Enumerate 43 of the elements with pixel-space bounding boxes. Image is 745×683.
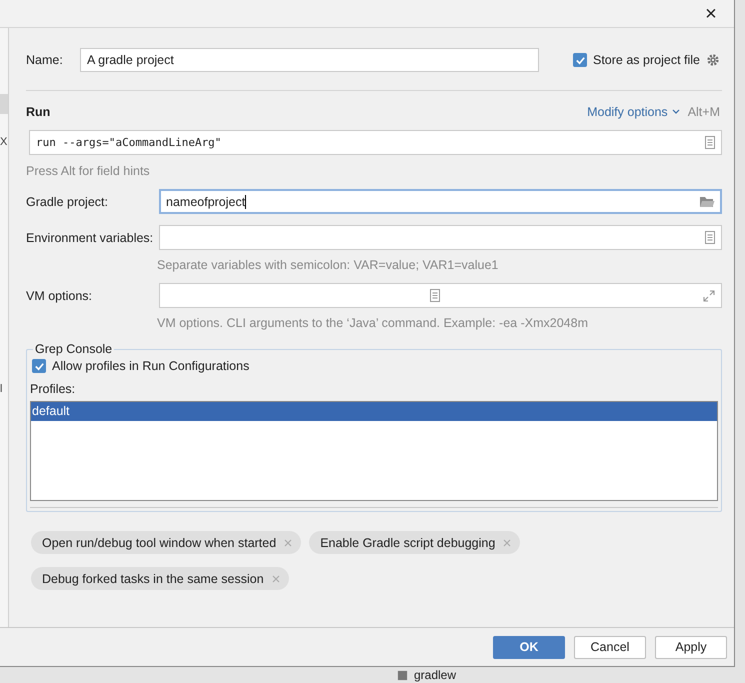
remove-icon[interactable]	[284, 538, 292, 546]
dialog-button[interactable]: Cancel	[574, 636, 646, 658]
profiles-label: Profiles:	[30, 382, 76, 396]
name-field[interactable]: A gradle project	[80, 48, 539, 72]
field-hint: Press Alt for field hints	[26, 164, 151, 178]
gear-icon[interactable]	[706, 53, 720, 67]
remove-icon[interactable]	[503, 538, 512, 546]
file-icon	[397, 670, 408, 680]
input-field[interactable]	[159, 225, 722, 250]
dialog-button[interactable]: OK	[493, 636, 565, 658]
input-field[interactable]	[159, 283, 722, 308]
folder-icon[interactable]	[699, 196, 715, 208]
field-hint: VM options. CLI arguments to the ‘Java’ command. Example: -ea -Xmx2048m	[157, 316, 589, 330]
file-name: gradlew	[414, 668, 456, 682]
field-label: Gradle project:	[26, 194, 109, 208]
option-tag[interactable]: Open run/debug tool window when started	[31, 531, 302, 554]
expand-icon[interactable]	[703, 290, 715, 302]
store-label: Store as project file	[593, 53, 700, 67]
allow-profiles-checkbox[interactable]	[32, 359, 46, 373]
allow-profiles-label: Allow profiles in Run Configurations	[52, 359, 250, 373]
shortcut-label: Alt+M	[688, 105, 720, 119]
document-icon[interactable]	[705, 136, 715, 149]
sidebar-text: X	[0, 136, 8, 148]
option-tag[interactable]: Enable Gradle script debugging	[309, 531, 520, 554]
section-title: Run	[26, 105, 50, 119]
command-field[interactable]: run --args="aCommandLineArg"	[29, 130, 722, 155]
input-field[interactable]: nameofproject	[159, 189, 722, 214]
sidebar-text: l	[0, 383, 2, 395]
name-label: Name:	[26, 53, 64, 67]
option-tag[interactable]: Debug forked tasks in the same session	[31, 567, 289, 590]
chevron-icon	[672, 109, 680, 115]
field-hint: Separate variables with semicolon: VAR=value; VAR1=value1	[157, 258, 500, 272]
store-checkbox[interactable]	[573, 53, 587, 67]
remove-icon[interactable]	[272, 574, 280, 582]
document-icon[interactable]	[705, 231, 715, 244]
close-button[interactable]: ×	[696, 0, 726, 27]
document-icon[interactable]	[430, 289, 440, 302]
modify-options-link[interactable]: Modify options	[587, 105, 680, 119]
field-label: Environment variables:	[26, 230, 154, 244]
dialog-button[interactable]: Apply	[655, 636, 727, 658]
field-label: VM options:	[26, 288, 94, 302]
group-title: Grep Console	[34, 342, 114, 356]
profile-item[interactable]: default	[31, 402, 717, 421]
